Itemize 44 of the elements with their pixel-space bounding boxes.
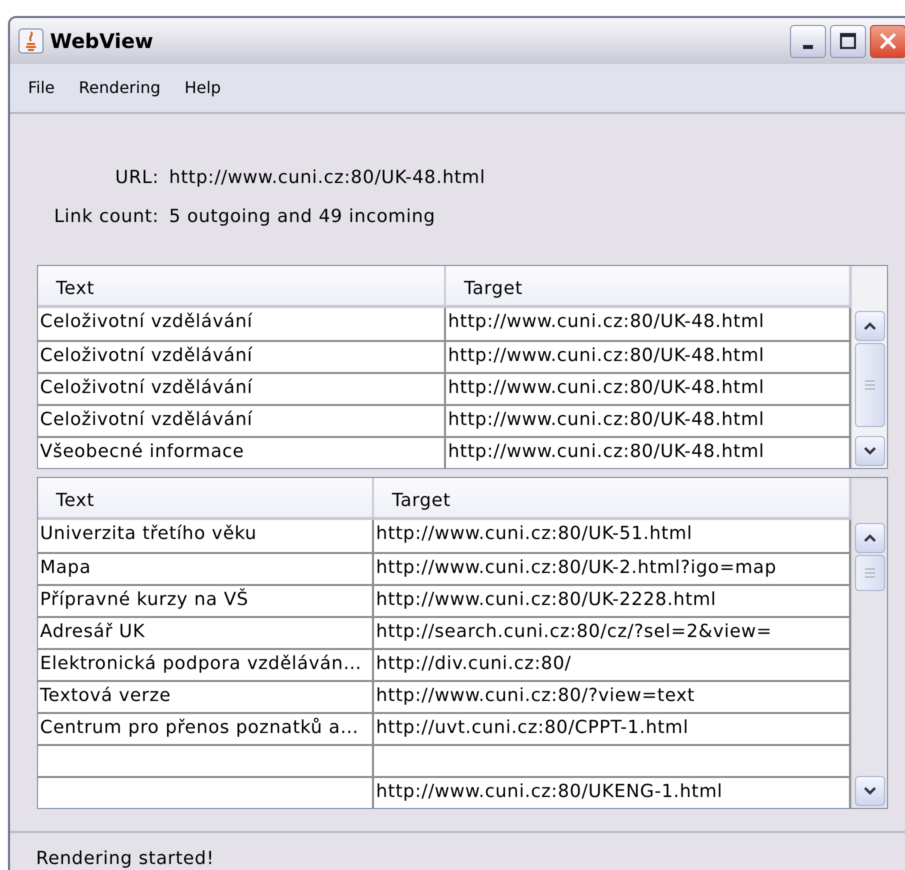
table-cell: Celoživotní vzdělávání [38, 406, 446, 436]
scroll-down-button[interactable] [854, 776, 884, 806]
status-message: Rendering started! [10, 831, 905, 870]
caret-down-icon [862, 446, 876, 456]
close-button[interactable] [870, 24, 905, 58]
caret-up-icon [862, 321, 876, 331]
column-header[interactable]: Text [38, 266, 446, 305]
column-header[interactable]: Text [38, 478, 374, 517]
close-icon [878, 31, 898, 51]
scroll-up-button[interactable] [854, 523, 884, 553]
grip-icon [864, 568, 876, 578]
minimize-button[interactable] [790, 24, 826, 58]
caret-down-icon [862, 786, 876, 796]
table-cell: Elektronická podpora vzděláván… [38, 650, 374, 680]
scroll-down-button[interactable] [854, 436, 884, 466]
grip-icon [864, 380, 876, 390]
scrollbar[interactable] [851, 478, 887, 808]
maximize-icon [839, 32, 857, 50]
table-cell: Centrum pro přenos poznatků a… [38, 714, 374, 744]
caret-up-icon [862, 533, 876, 543]
menu-item[interactable]: File [16, 76, 67, 100]
table-cell: Celoživotní vzdělávání [38, 342, 446, 372]
minimize-icon [803, 45, 813, 49]
field-value: 5 outgoing and 49 incoming [168, 205, 436, 229]
table-cell: Mapa [38, 554, 374, 584]
table-cell: Celoživotní vzdělávání [38, 308, 446, 340]
maximize-button[interactable] [830, 24, 866, 58]
field-value: http://www.cuni.cz:80/UK-48.html [168, 166, 486, 190]
menu-item[interactable]: Rendering [66, 76, 172, 100]
menu-item[interactable]: Help [172, 76, 233, 100]
field-label: Link count: [54, 205, 159, 229]
scroll-thumb[interactable] [854, 555, 884, 591]
scroll-thumb[interactable] [854, 343, 884, 427]
field-label: URL: [114, 166, 159, 190]
table-cell: Univerzita třetího věku [38, 520, 374, 552]
scroll-up-button[interactable] [854, 311, 884, 341]
app-icon [18, 28, 44, 54]
table-cell: Všeobecné informace [38, 438, 446, 468]
scrollbar[interactable] [851, 266, 887, 468]
window-title: WebView [50, 28, 154, 55]
table-cell: Adresář UK [38, 618, 374, 648]
table-cell: Textová verze [38, 682, 374, 712]
table-cell: Přípravné kurzy na VŠ [38, 586, 374, 616]
table-cell: Celoživotní vzdělávání [38, 374, 446, 404]
